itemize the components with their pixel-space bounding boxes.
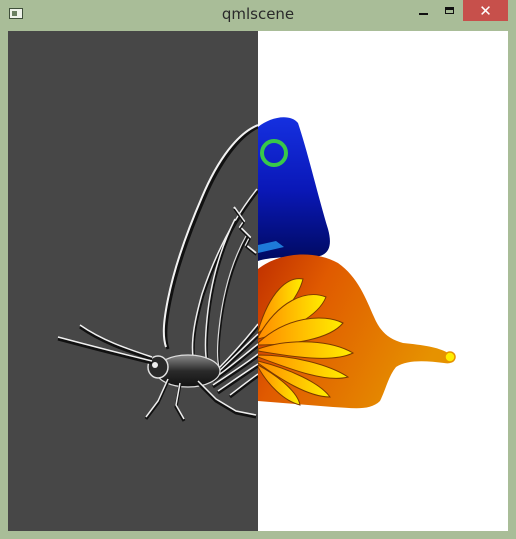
tail-spot — [444, 351, 456, 363]
maximize-button[interactable] — [436, 0, 463, 21]
left-panel — [8, 31, 258, 531]
eye — [152, 362, 158, 368]
butterfly-effect-scene — [8, 31, 508, 531]
scene-view — [8, 31, 508, 531]
minimize-icon — [418, 12, 428, 15]
minimize-button[interactable] — [410, 0, 436, 21]
title-bar[interactable]: qmlscene ✕ — [0, 0, 516, 30]
maximize-icon — [445, 7, 454, 14]
close-icon: ✕ — [479, 1, 492, 20]
close-button[interactable]: ✕ — [463, 0, 508, 21]
app-window: qmlscene ✕ — [0, 0, 516, 539]
